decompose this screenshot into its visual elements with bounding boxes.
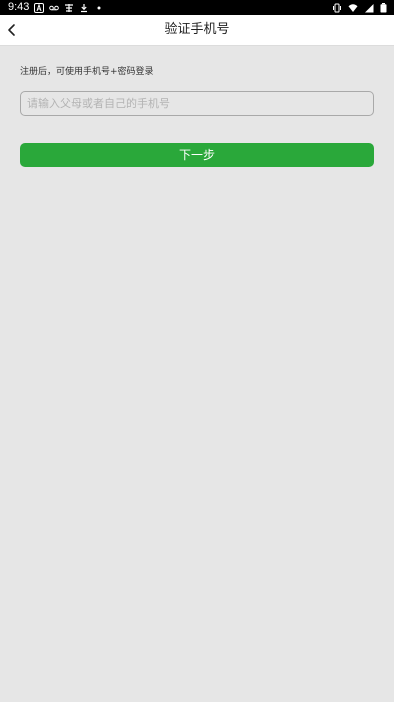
wifi-icon xyxy=(348,3,358,13)
download-icon xyxy=(79,3,89,13)
battery-icon xyxy=(380,2,387,13)
voicemail-icon xyxy=(49,3,59,13)
status-notification-icons xyxy=(34,2,104,13)
page-title: 验证手机号 xyxy=(164,22,230,37)
chevron-left-icon xyxy=(8,24,15,36)
header: 验证手机号 xyxy=(0,15,394,46)
text-a-icon xyxy=(34,2,44,13)
register-hint-text: 注册后，可使用手机号+密码登录 xyxy=(20,67,154,77)
dot-icon xyxy=(94,3,104,13)
phone-number-input[interactable] xyxy=(20,91,374,116)
next-step-button[interactable]: 下一步 xyxy=(20,143,374,167)
status-time: 9:43 xyxy=(8,1,30,13)
status-bar: 9:43 xyxy=(0,0,394,15)
signal-icon xyxy=(364,3,374,13)
vibrate-icon xyxy=(332,3,342,13)
game-icon xyxy=(64,3,74,13)
status-system-icons xyxy=(332,2,387,13)
back-button[interactable] xyxy=(4,21,20,39)
